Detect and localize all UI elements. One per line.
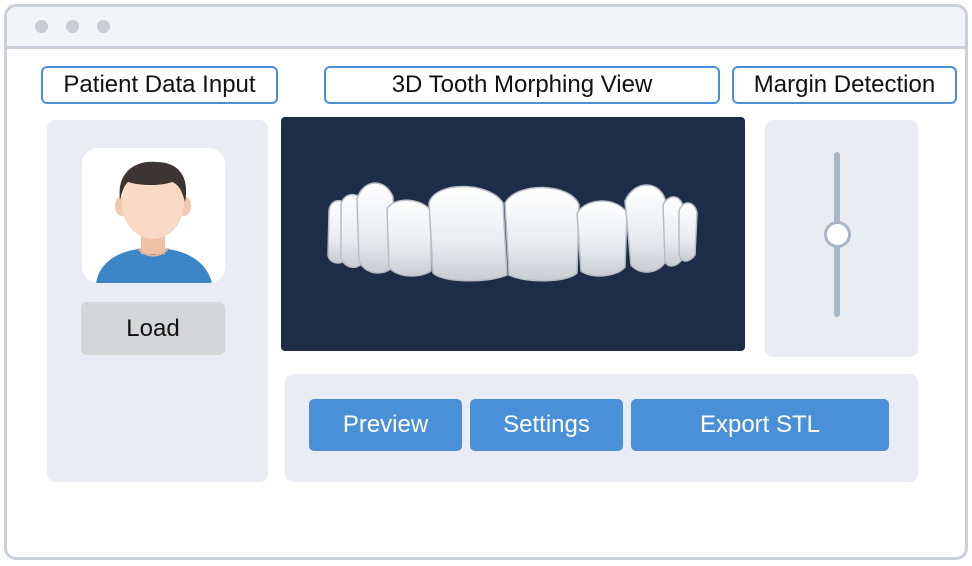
user-avatar-icon [96, 161, 212, 283]
margin-slider-handle[interactable] [824, 221, 851, 248]
preview-button[interactable]: Preview [309, 399, 462, 451]
patient-avatar[interactable] [82, 148, 225, 283]
tooth-morphing-viewport[interactable] [281, 117, 745, 351]
margin-detection-label: Margin Detection [732, 66, 957, 104]
settings-button[interactable]: Settings [470, 399, 623, 451]
title-bar [7, 7, 965, 49]
load-button[interactable]: Load [81, 302, 225, 355]
patient-data-input-label: Patient Data Input [41, 66, 278, 104]
export-stl-button[interactable]: Export STL [631, 399, 889, 451]
window-minimize-dot[interactable] [66, 20, 79, 33]
window-close-dot[interactable] [35, 20, 48, 33]
teeth-model-icon [327, 182, 698, 282]
tooth-morphing-view-label: 3D Tooth Morphing View [324, 66, 720, 104]
window-maximize-dot[interactable] [97, 20, 110, 33]
